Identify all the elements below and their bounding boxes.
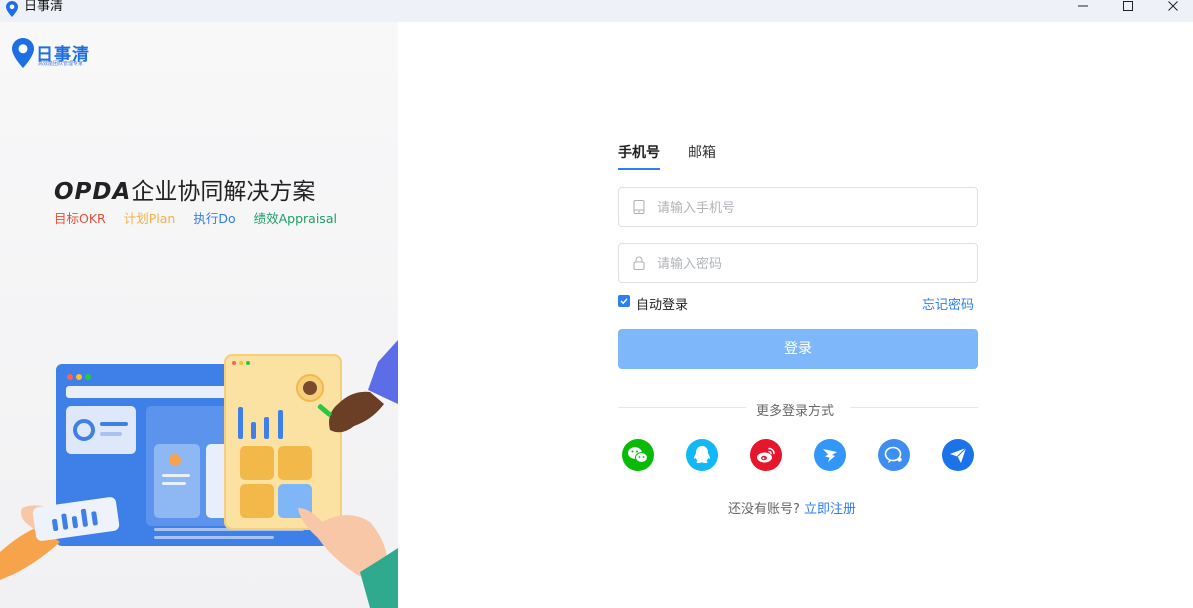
wecom-icon (884, 446, 902, 463)
phone-input[interactable] (655, 188, 969, 228)
minimize-icon (1078, 5, 1088, 7)
pillar-okr: 目标OKR (54, 211, 106, 226)
maximize-button[interactable] (1105, 0, 1151, 14)
brand-pin-icon (12, 38, 34, 68)
wechat-login-button[interactable] (622, 439, 654, 471)
register-row: 还没有账号? 立即注册 (728, 498, 856, 517)
feishu-icon (950, 447, 967, 463)
password-input[interactable] (655, 244, 969, 284)
weibo-icon (757, 447, 775, 463)
phone-field[interactable] (618, 187, 978, 228)
feishu-login-button[interactable] (942, 439, 974, 471)
window-title: 日事清 (24, 0, 64, 14)
weibo-login-button[interactable] (750, 439, 782, 471)
hero-headline-text: 企业协同解决方案 (131, 179, 316, 205)
maximize-icon (1123, 1, 1133, 11)
divider-left (618, 407, 746, 408)
qq-icon (694, 446, 710, 464)
phone-icon (633, 200, 645, 214)
active-tab-indicator (618, 168, 660, 170)
brand-tagline: 高效能团队管理专家 (38, 61, 84, 67)
promo-panel: 日事清 高效能团队管理专家 OPDA企业协同解决方案 目标OKR 计划Plan 执行… (0, 22, 398, 608)
close-button[interactable] (1150, 0, 1193, 14)
hero-pillars: 目标OKR 计划Plan 执行Do 绩效Appraisal (54, 208, 355, 227)
minimize-button[interactable] (1060, 0, 1106, 14)
opda-logo-text: OPDA (54, 179, 132, 205)
dingtalk-icon (823, 449, 837, 462)
wecom-login-button[interactable] (878, 439, 910, 471)
forgot-password-link[interactable]: 忘记密码 (922, 294, 974, 313)
register-link[interactable]: 立即注册 (804, 502, 856, 517)
pillar-do: 执行Do (193, 211, 236, 226)
qq-login-button[interactable] (686, 439, 718, 471)
dingtalk-login-button[interactable] (814, 439, 846, 471)
tab-email[interactable]: 邮箱 (688, 142, 716, 162)
auto-login-label: 自动登录 (636, 298, 689, 313)
pillar-appraisal: 绩效Appraisal (253, 211, 337, 226)
title-bar: 日事清 (0, 0, 1193, 22)
hero-illustration (0, 340, 398, 608)
password-field[interactable] (618, 243, 978, 284)
register-question: 还没有账号? (728, 502, 800, 517)
pillar-plan: 计划Plan (123, 211, 176, 226)
app-location-pin-icon (6, 1, 18, 17)
checkmark-icon (620, 298, 628, 305)
login-button[interactable]: 登录 (618, 329, 978, 369)
wechat-icon (628, 447, 648, 463)
close-icon (1168, 1, 1178, 11)
tab-phone[interactable]: 手机号 (618, 142, 660, 162)
lock-icon (633, 256, 645, 270)
auto-login-checkbox[interactable] (618, 295, 630, 307)
hero-headline: OPDA企业协同解决方案 (54, 172, 315, 206)
more-login-methods-label: 更多登录方式 (756, 404, 835, 419)
divider-right (850, 407, 978, 408)
